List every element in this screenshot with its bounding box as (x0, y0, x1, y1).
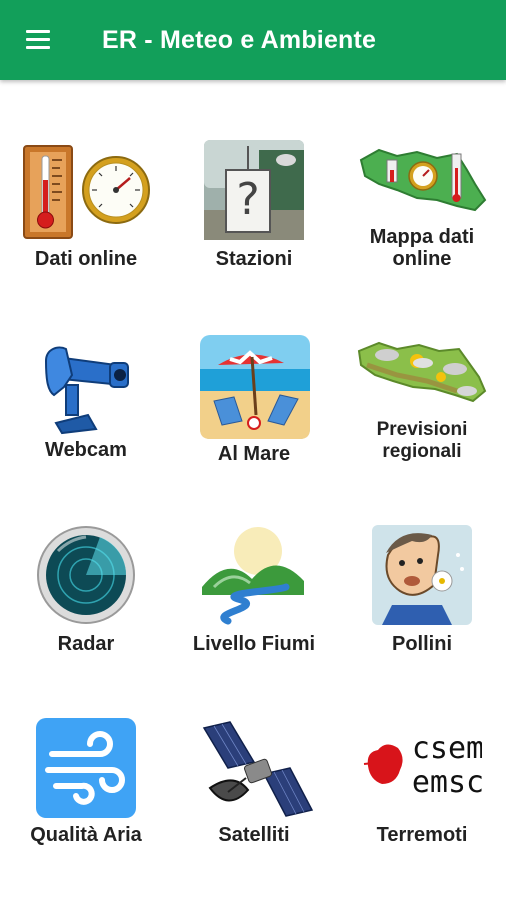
menu-icon-bar (26, 46, 50, 49)
tile-dati-online[interactable]: Dati online (2, 140, 170, 320)
forecast-map-icon (357, 341, 487, 403)
river-icon (202, 527, 304, 625)
webcam-icon (44, 346, 129, 435)
weather-station-icon: ? (204, 140, 304, 240)
thermometer-gauge-icon (23, 145, 150, 239)
app-bar: ER - Meteo e Ambiente (0, 0, 506, 80)
tile-stazioni[interactable]: ? Stazioni (170, 140, 338, 320)
radar-icon (37, 526, 135, 624)
tile-radar[interactable]: Radar (2, 525, 170, 705)
tile-label: Satelliti (218, 824, 290, 846)
beach-icon (200, 335, 310, 439)
tile-label: Dati online (34, 248, 138, 270)
tile-label: Webcam (45, 439, 127, 461)
tile-label: Radar (57, 633, 115, 655)
svg-text:?: ? (236, 174, 259, 225)
wind-icon (36, 718, 136, 818)
tile-label: Stazioni (215, 248, 293, 270)
tile-al-mare[interactable]: Al Mare (170, 335, 338, 515)
tile-label: Mappa dati online (369, 226, 475, 270)
tile-qualita-aria[interactable]: Qualità Aria (2, 718, 170, 898)
tile-label: Livello Fiumi (192, 633, 316, 655)
tile-label: Pollini (392, 633, 452, 655)
tile-webcam[interactable]: Webcam (2, 335, 170, 515)
tile-mappa-dati-online[interactable]: Mappa dati online (338, 140, 506, 320)
tile-label: Terremoti (376, 824, 468, 846)
tile-label: Al Mare (217, 443, 291, 465)
tile-terremoti[interactable]: csem emsc Terremoti (338, 718, 506, 898)
menu-icon-bar (26, 38, 50, 41)
tile-livello-fiumi[interactable]: Livello Fiumi (170, 525, 338, 705)
emsc-logo-text: emsc (412, 765, 482, 800)
app-title: ER - Meteo e Ambiente (102, 26, 377, 54)
tile-pollini[interactable]: Pollini (338, 525, 506, 705)
pollen-icon (372, 525, 472, 625)
csem-logo-text: csem (412, 731, 482, 766)
tile-satelliti[interactable]: Satelliti (170, 718, 338, 898)
menu-button[interactable] (22, 26, 56, 54)
tile-previsioni-regionali[interactable]: Previsioni regionali (338, 335, 506, 515)
tile-label: Qualità Aria (30, 824, 142, 846)
earthquake-icon: csem emsc (363, 731, 482, 800)
menu-icon-bar (26, 30, 50, 33)
tile-label: Previsioni regionali (376, 419, 468, 462)
region-map-gauge-icon (359, 148, 487, 212)
satellite-icon (202, 721, 314, 817)
